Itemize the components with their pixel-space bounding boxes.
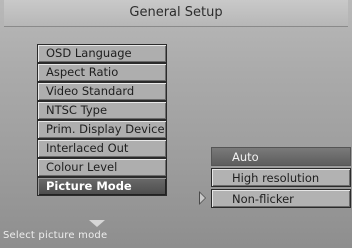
option-auto[interactable]: Auto	[211, 147, 351, 166]
status-hint: Select picture mode	[3, 230, 108, 241]
menu-item-prim-display-device[interactable]: Prim. Display Device	[37, 120, 167, 139]
menu-item-osd-language[interactable]: OSD Language	[37, 44, 167, 63]
menu-item-colour-level[interactable]: Colour Level	[37, 158, 167, 177]
page-title: General Setup	[4, 0, 348, 27]
menu-item-aspect-ratio[interactable]: Aspect Ratio	[37, 63, 167, 82]
chevron-right-icon	[199, 191, 206, 205]
chevron-down-icon[interactable]	[89, 220, 105, 227]
menu-item-video-standard[interactable]: Video Standard	[37, 82, 167, 101]
menu-item-picture-mode[interactable]: Picture Mode	[37, 177, 167, 196]
option-high-resolution[interactable]: High resolution	[211, 168, 351, 187]
option-non-flicker[interactable]: Non-flicker	[211, 189, 351, 208]
menu-item-ntsc-type[interactable]: NTSC Type	[37, 101, 167, 120]
menu-item-interlaced-out[interactable]: Interlaced Out	[37, 139, 167, 158]
